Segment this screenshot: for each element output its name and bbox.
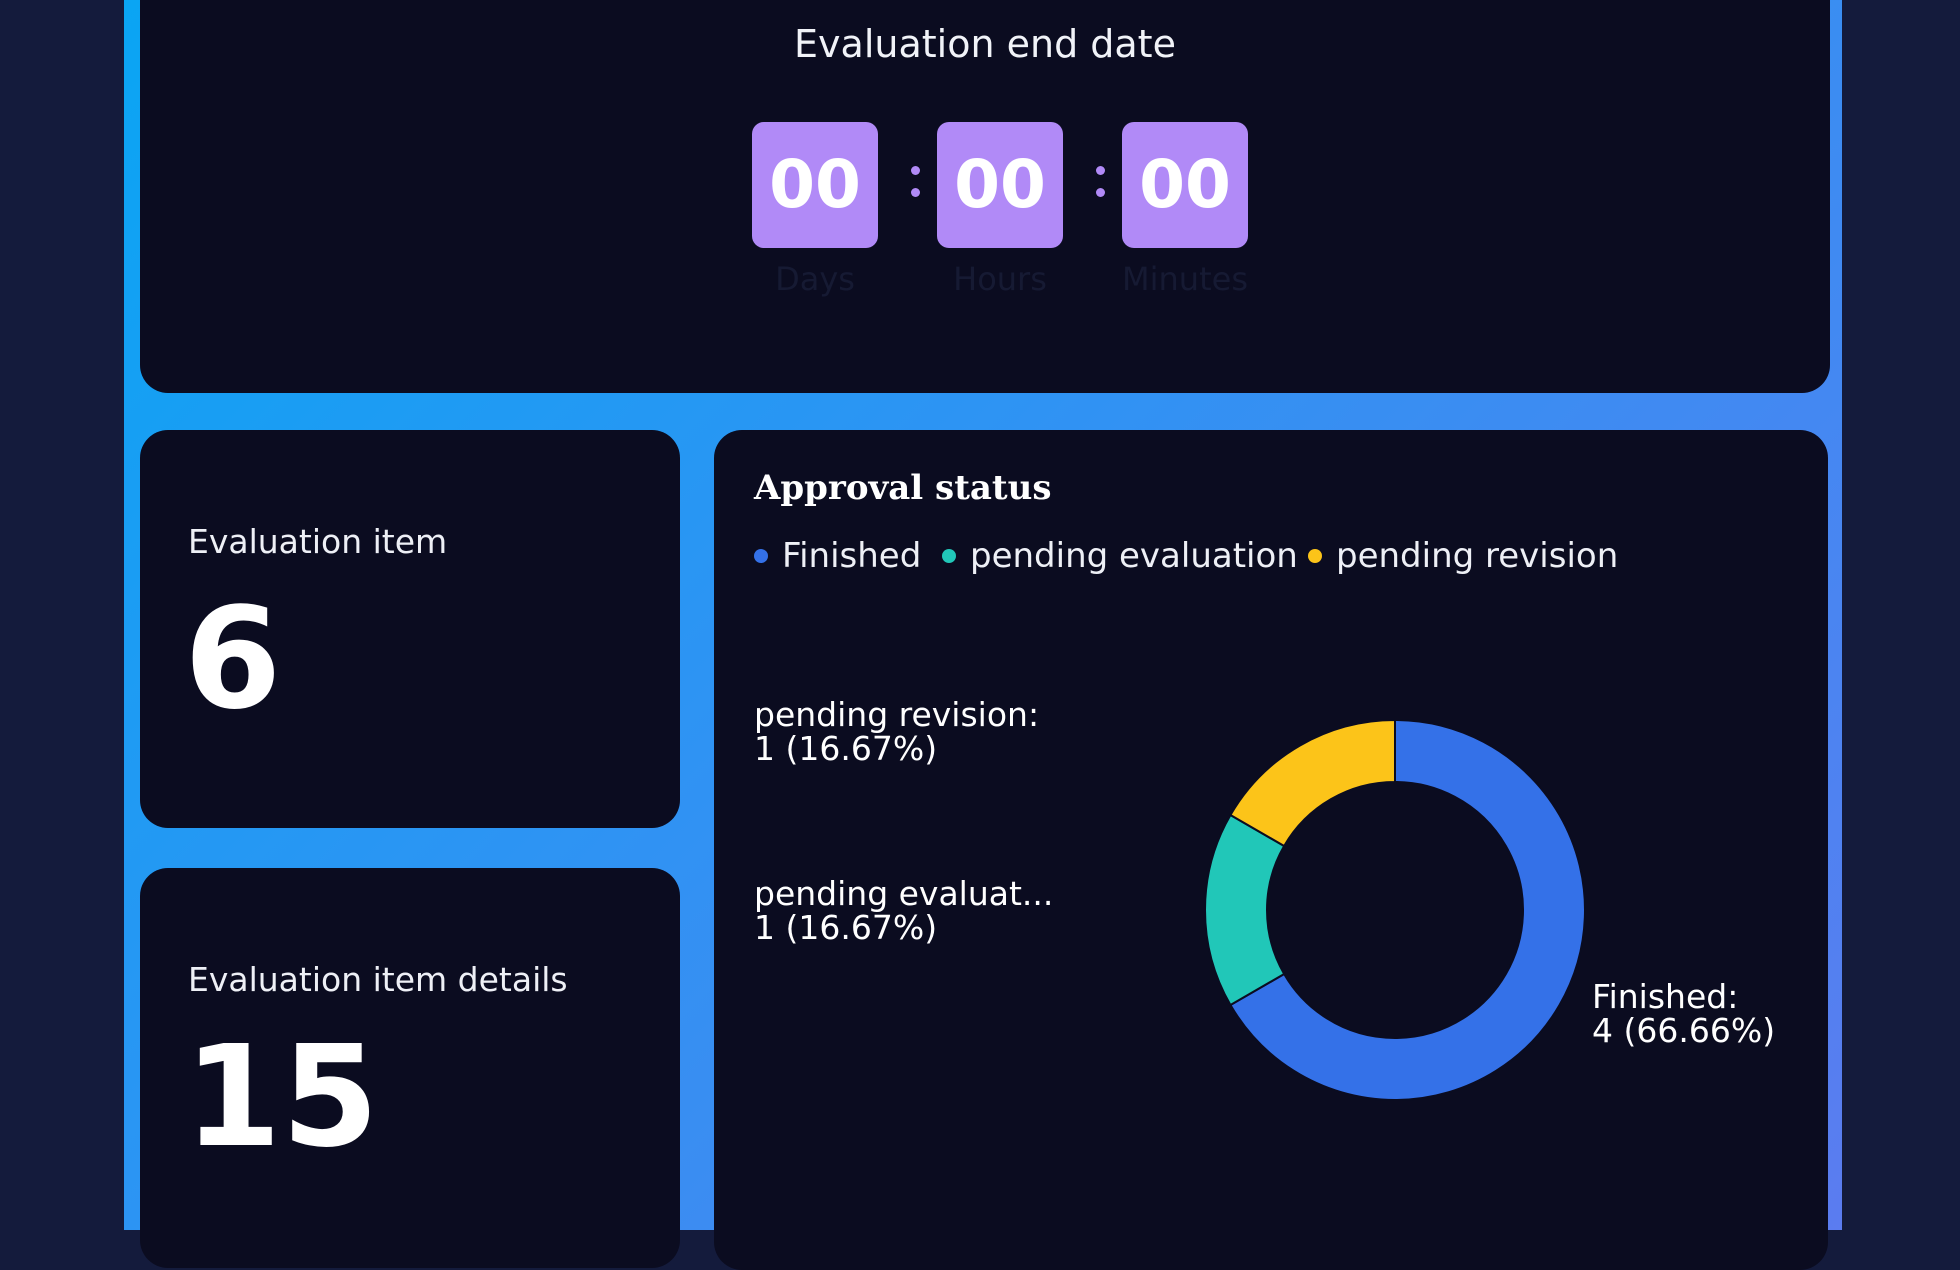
separator-colon <box>905 152 925 212</box>
minutes-label: Minutes <box>1122 260 1248 298</box>
donut-slice-pending-evaluation[interactable] <box>1204 813 1286 1007</box>
hours-box: 00 <box>937 122 1063 248</box>
evaluation-item-value: 6 <box>184 578 282 741</box>
slice-label-pending-evaluation: pending evaluat... 1 (16.67%) <box>754 877 1053 945</box>
slice-label-value: 1 (16.67%) <box>754 729 938 768</box>
countdown-title: Evaluation end date <box>794 22 1176 66</box>
evaluation-item-details-label: Evaluation item details <box>188 960 568 999</box>
slice-label-name: pending revision: <box>754 695 1040 734</box>
slice-label-value: 1 (16.67%) <box>754 908 938 947</box>
slice-label-name: Finished: <box>1592 977 1739 1016</box>
evaluation-item-label: Evaluation item <box>188 522 448 561</box>
slice-label-pending-revision: pending revision: 1 (16.67%) <box>754 698 1039 766</box>
minutes-box: 00 <box>1122 122 1248 248</box>
approval-status-card: Approval status Finished pending evaluat… <box>714 430 1828 1270</box>
dashboard-frame: Evaluation end date 00 00 00 Days Hours … <box>124 0 1842 1270</box>
hours-label: Hours <box>953 260 1047 298</box>
countdown-card: Evaluation end date 00 00 00 Days Hours … <box>140 0 1830 393</box>
separator-colon <box>1090 152 1110 212</box>
evaluation-item-details-value: 15 <box>184 1016 379 1179</box>
donut-slice-pending-revision[interactable] <box>1229 718 1396 848</box>
days-label: Days <box>775 260 855 298</box>
evaluation-item-card[interactable]: Evaluation item 6 <box>140 430 680 828</box>
slice-label-finished: Finished: 4 (66.66%) <box>1592 980 1775 1048</box>
donut-chart <box>1204 718 1586 1101</box>
slice-label-name: pending evaluat... <box>754 874 1054 913</box>
slice-label-value: 4 (66.66%) <box>1592 1011 1776 1050</box>
days-box: 00 <box>752 122 878 248</box>
evaluation-item-details-card[interactable]: Evaluation item details 15 <box>140 868 680 1268</box>
